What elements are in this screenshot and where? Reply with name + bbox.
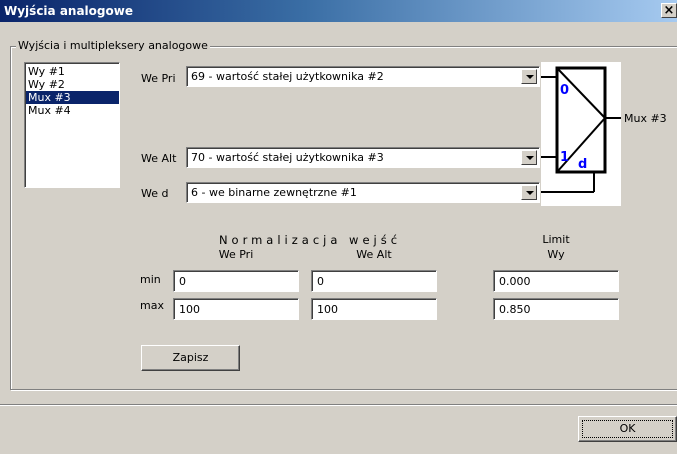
min-limit-field[interactable]: 0.000 (493, 270, 619, 292)
we-alt-select[interactable]: 70 - wartość stałej użytkownika #3 (186, 147, 540, 168)
max-label: max (140, 299, 164, 312)
col-we-alt-heading: We Alt (356, 248, 392, 261)
normalization-title: Normalizacja wejść (218, 233, 402, 247)
save-button[interactable]: Zapisz (141, 345, 240, 371)
we-pri-label: We Pri (141, 72, 176, 85)
we-d-value: 6 - we binarne zewnętrzne #1 (191, 186, 357, 199)
group-label: Wyjścia i multipleksery analogowe (16, 39, 210, 52)
limit-col-heading: Wy (547, 248, 565, 261)
mux-input-0: 0 (560, 83, 569, 98)
limit-heading: Limit (542, 233, 570, 246)
we-d-select[interactable]: 6 - we binarne zewnętrzne #1 (186, 182, 540, 203)
close-button[interactable]: × (661, 3, 677, 18)
min-label: min (140, 273, 161, 286)
we-pri-select[interactable]: 69 - wartość stałej użytkownika #2 (186, 66, 540, 87)
mux-diagram: 0 1 d (541, 62, 621, 206)
chevron-down-icon[interactable] (521, 185, 537, 200)
we-d-label: We d (141, 187, 169, 200)
chevron-down-icon[interactable] (521, 150, 537, 165)
we-alt-label: We Alt (141, 152, 177, 165)
close-icon: × (663, 3, 675, 18)
min-we-alt-field[interactable]: 0 (311, 270, 437, 292)
ok-button[interactable]: OK (578, 416, 677, 442)
chevron-down-icon[interactable] (521, 69, 537, 84)
separator (0, 404, 677, 406)
mux-input-1: 1 (560, 150, 569, 165)
we-pri-value: 69 - wartość stałej użytkownika #2 (191, 70, 384, 83)
col-we-pri-heading: We Pri (218, 248, 254, 261)
ok-button-label: OK (582, 420, 673, 438)
max-we-pri-field[interactable]: 100 (173, 298, 299, 320)
mux-diagram-svg: 0 1 d (541, 66, 621, 193)
max-limit-field[interactable]: 0.850 (493, 298, 619, 320)
max-we-alt-field[interactable]: 100 (311, 298, 437, 320)
outputs-listbox[interactable]: Wy #1 Wy #2 Mux #3 Mux #4 (24, 62, 120, 188)
min-we-pri-field[interactable]: 0 (173, 270, 299, 292)
we-alt-value: 70 - wartość stałej użytkownika #3 (191, 151, 384, 164)
window-title: Wyjścia analogowe (4, 4, 133, 18)
mux-input-d: d (578, 157, 587, 172)
list-item[interactable]: Mux #4 (26, 104, 119, 117)
mux-output-label: Mux #3 (624, 112, 667, 125)
list-item[interactable]: Wy #2 (26, 78, 119, 91)
list-item[interactable]: Wy #1 (26, 65, 119, 78)
list-item-selected[interactable]: Mux #3 (26, 91, 119, 104)
